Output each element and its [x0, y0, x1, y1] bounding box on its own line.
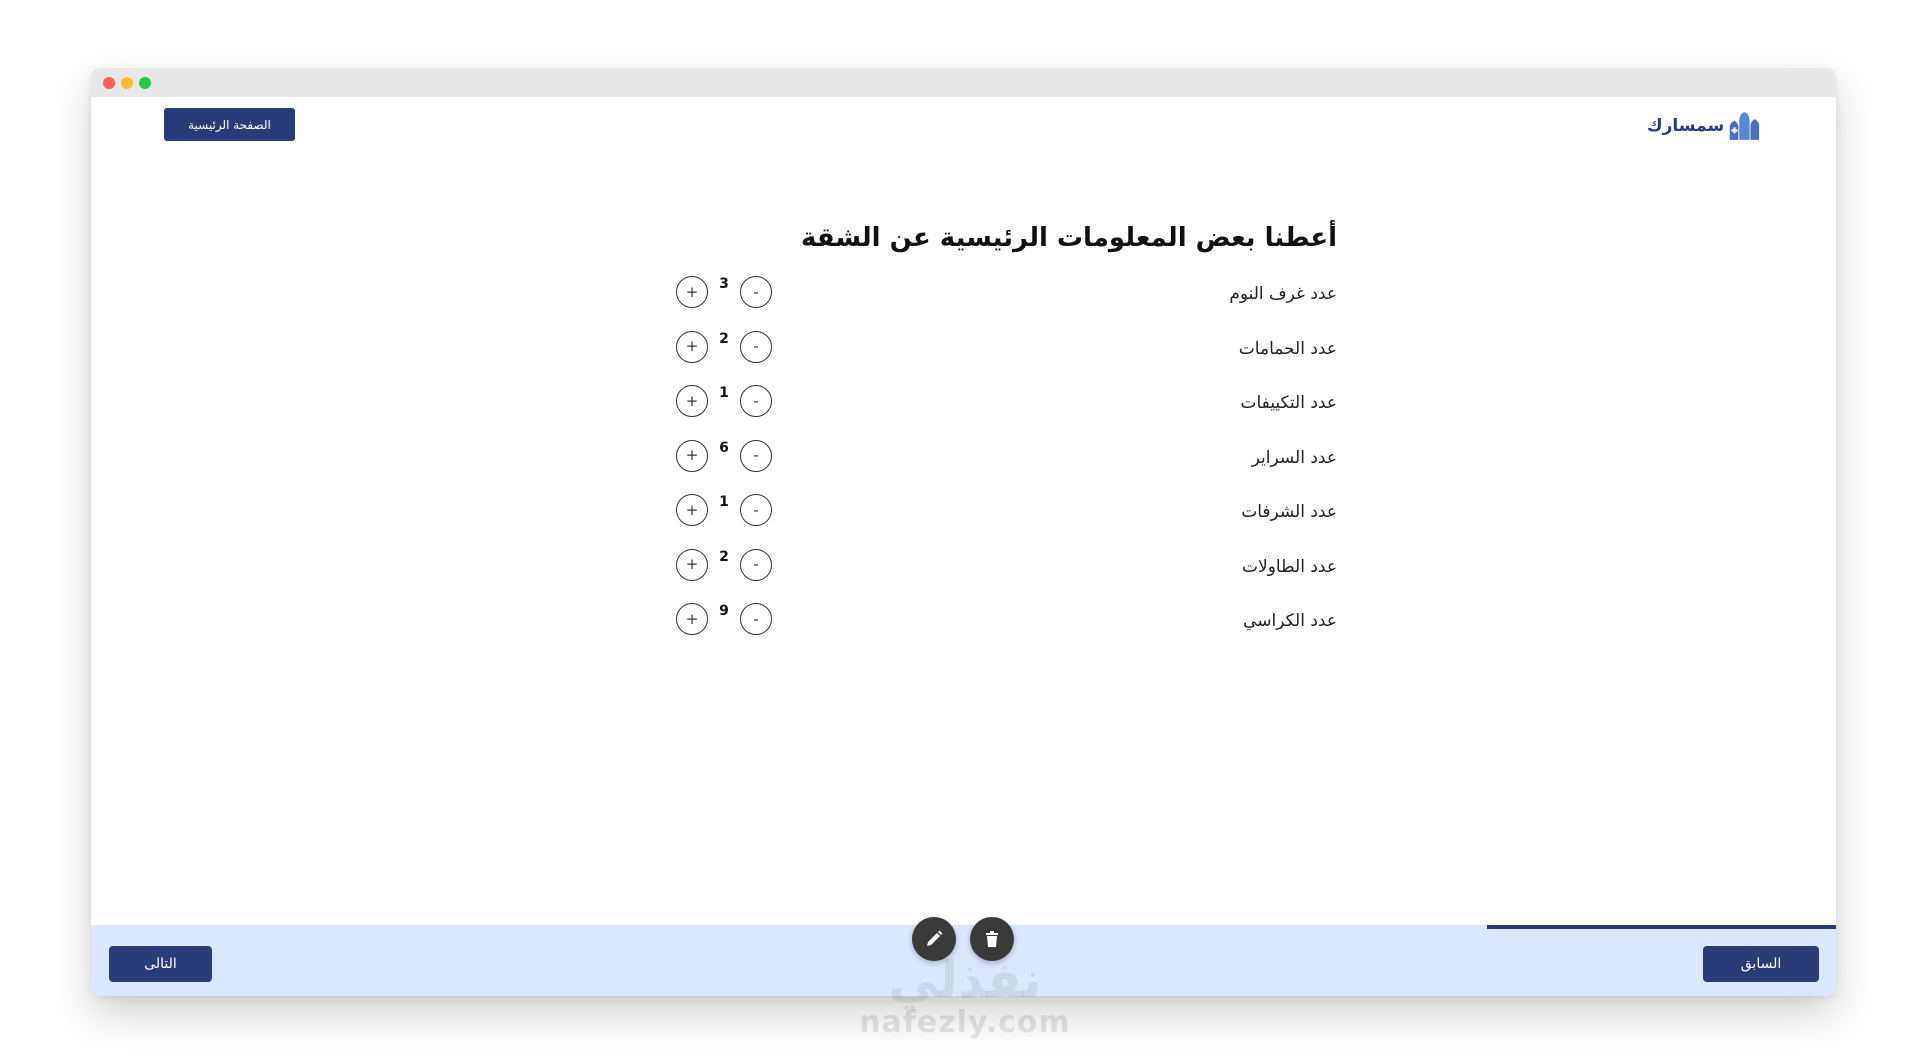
watermark-url: nafezly.com	[859, 1005, 1071, 1040]
counter-label: عدد غرف النوم	[1229, 284, 1337, 304]
counter: + 2 -	[676, 330, 772, 363]
counter: + 9 -	[676, 603, 772, 635]
counter-value: 6	[719, 439, 729, 456]
home-page-button[interactable]: الصفحة الرئيسية	[164, 108, 295, 141]
counter-label: عدد الطاولات	[1242, 556, 1337, 577]
counter-value: 2	[719, 548, 729, 565]
increment-button[interactable]: +	[676, 385, 708, 417]
counter-row-bedrooms: عدد غرف النوم + 3 -	[676, 272, 1337, 327]
logo-text: سمسارك	[1647, 116, 1725, 136]
counter: + 1 -	[676, 385, 772, 417]
site-logo[interactable]: سمسارك	[1647, 108, 1761, 144]
watermark-arabic: نفذلي	[888, 951, 1042, 1009]
maximize-window-button[interactable]	[139, 77, 151, 89]
increment-button[interactable]: +	[676, 548, 708, 581]
counter-row-chairs: عدد الكراسي + 9 -	[676, 599, 1337, 654]
previous-button[interactable]: السابق	[1703, 946, 1819, 982]
window-titlebar	[91, 68, 1836, 97]
counter-row-bathrooms: عدد الحمامات + 2 -	[676, 327, 1337, 382]
form-title: أعطنا بعض المعلومات الرئيسية عن الشقة	[800, 223, 1337, 253]
counter-label: عدد الكراسي	[1243, 611, 1337, 631]
decrement-button[interactable]: -	[740, 439, 772, 472]
trash-icon	[986, 931, 998, 947]
counter-row-tables: عدد الطاولات + 2 -	[676, 545, 1337, 600]
increment-button[interactable]: +	[676, 603, 708, 635]
browser-window: الصفحة الرئيسية سمسارك أعطنا بعض المعلوم…	[91, 68, 1836, 996]
counter-value: 1	[719, 494, 729, 510]
counter-label: عدد الشرفات	[1241, 502, 1337, 522]
counter: + 6 -	[676, 439, 772, 472]
watermark: نفذلي nafezly.com	[850, 955, 1080, 1040]
decrement-button[interactable]: -	[740, 603, 772, 635]
decrement-button[interactable]: -	[740, 330, 772, 363]
minimize-window-button[interactable]	[121, 77, 133, 89]
increment-button[interactable]: +	[676, 330, 708, 363]
decrement-button[interactable]: -	[740, 494, 772, 526]
close-window-button[interactable]	[103, 77, 115, 89]
progress-bar	[1487, 925, 1836, 929]
counter-row-air-conditioners: عدد التكييفات + 1 -	[676, 381, 1337, 436]
pencil-icon	[927, 930, 943, 946]
counter-row-beds: عدد السراير + 6 -	[676, 436, 1337, 491]
counter-label: عدد التكييفات	[1240, 393, 1337, 413]
counter: + 2 -	[676, 548, 772, 581]
counter-value: 1	[719, 385, 729, 401]
next-button[interactable]: التالى	[109, 946, 212, 982]
increment-button[interactable]: +	[676, 494, 708, 526]
counter-label: عدد الحمامات	[1238, 338, 1337, 359]
decrement-button[interactable]: -	[740, 385, 772, 417]
counter-value: 9	[719, 603, 729, 619]
decrement-button[interactable]: -	[740, 548, 772, 581]
counter-value: 2	[719, 330, 729, 347]
apartment-info-form: أعطنا بعض المعلومات الرئيسية عن الشقة عد…	[676, 218, 1337, 654]
increment-button[interactable]: +	[676, 276, 708, 308]
decrement-button[interactable]: -	[740, 276, 772, 308]
counter-row-balconies: عدد الشرفات + 1 -	[676, 490, 1337, 545]
counter: + 1 -	[676, 494, 772, 526]
increment-button[interactable]: +	[676, 439, 708, 472]
counter-value: 3	[719, 276, 729, 292]
buildings-icon	[1729, 112, 1760, 140]
counter-label: عدد السراير	[1251, 447, 1337, 468]
counter: + 3 -	[676, 276, 772, 308]
